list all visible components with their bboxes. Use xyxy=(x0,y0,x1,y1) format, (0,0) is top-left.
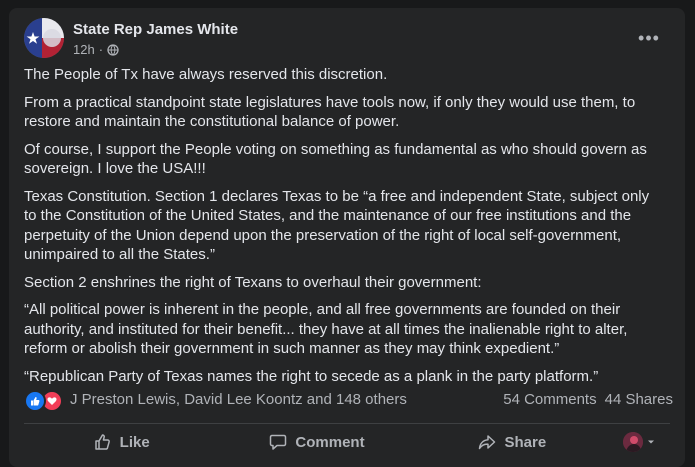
author-avatar[interactable] xyxy=(24,18,64,58)
post-header: State Rep James White 12h · ••• xyxy=(24,18,675,68)
post-time[interactable]: 12h xyxy=(73,42,95,57)
more-options-button[interactable]: ••• xyxy=(631,26,667,50)
like-button[interactable]: Like xyxy=(24,426,219,458)
post-stats: J Preston Lewis, David Lee Koontz and 14… xyxy=(24,388,673,412)
reactors-link[interactable]: J Preston Lewis, David Lee Koontz and 14… xyxy=(70,391,407,408)
share-label: Share xyxy=(504,433,547,451)
engagement-counts: 54 Comments 44 Shares xyxy=(503,391,673,408)
share-button[interactable]: Share xyxy=(415,426,610,458)
comment-button[interactable]: Comment xyxy=(219,426,414,458)
comment-icon xyxy=(270,434,287,450)
viewer-avatar xyxy=(623,432,644,452)
like-label: Like xyxy=(119,433,150,451)
post-paragraph: Of course, I support the People voting o… xyxy=(24,140,647,178)
like-reaction-icon xyxy=(24,390,46,412)
post-paragraph: Texas Constitution. Section 1 declares T… xyxy=(24,187,650,264)
action-bar: Like Comment Share xyxy=(24,426,670,458)
thumbs-up-icon xyxy=(94,434,110,450)
texas-flag-avatar-icon xyxy=(24,18,64,58)
post-body: The People of Tx have always reserved th… xyxy=(24,65,664,394)
post-paragraph: “Republican Party of Texas names the rig… xyxy=(24,367,599,385)
post-paragraph: The People of Tx have always reserved th… xyxy=(24,66,388,83)
profile-reaction-selector[interactable] xyxy=(610,426,670,458)
ellipsis-icon: ••• xyxy=(638,27,660,48)
comments-count-link[interactable]: 54 Comments xyxy=(503,391,596,408)
divider xyxy=(24,423,670,424)
chevron-down-icon xyxy=(648,440,655,444)
globe-icon xyxy=(107,43,119,56)
post-meta: 12h · xyxy=(73,42,119,57)
reaction-icons[interactable] xyxy=(24,390,63,412)
post-paragraph: From a practical standpoint state legisl… xyxy=(24,93,636,131)
author-name[interactable]: State Rep James White xyxy=(73,21,238,38)
share-arrow-icon xyxy=(479,435,496,450)
post-paragraph: “All political power is inherent in the … xyxy=(24,301,628,357)
comment-label: Comment xyxy=(295,433,365,451)
post-card: State Rep James White 12h · ••• The Peop… xyxy=(9,8,685,467)
shares-count-link[interactable]: 44 Shares xyxy=(605,391,673,408)
post-paragraph: Section 2 enshrines the right of Texans … xyxy=(24,273,482,291)
